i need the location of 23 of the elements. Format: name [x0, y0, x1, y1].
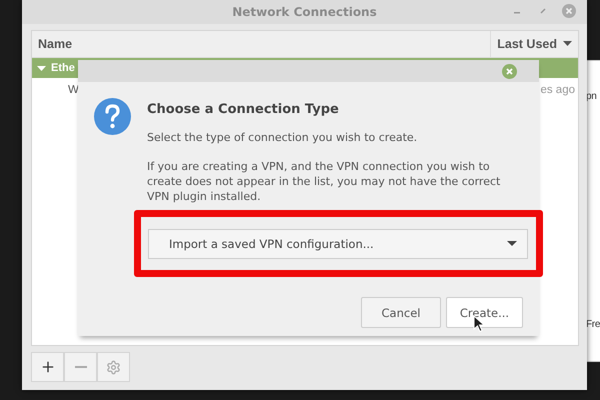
connection-name: W: [68, 84, 80, 96]
minus-icon: [74, 366, 86, 368]
expander-icon[interactable]: [37, 64, 46, 72]
add-button[interactable]: [31, 352, 64, 382]
column-header[interactable]: Name: [32, 31, 490, 57]
close-icon[interactable]: [562, 4, 576, 18]
dialog-text: Select the type of connection you wish to create.: [147, 130, 418, 145]
maximize-icon[interactable]: [538, 6, 548, 16]
column-header[interactable]: Last Used: [490, 31, 578, 57]
cancel-button[interactable]: Cancel: [361, 297, 441, 328]
close-icon[interactable]: [502, 64, 517, 78]
settings-icon: [106, 360, 121, 374]
create-button[interactable]: Create...: [446, 297, 523, 328]
dropdown-caret-icon: [507, 241, 517, 247]
group-label: Ethe: [51, 62, 75, 74]
question-icon: [94, 98, 131, 135]
window-text: Fre: [586, 319, 600, 330]
dialog-heading: Choose a Connection Type: [147, 102, 340, 117]
dialog-note: If you are creating a VPN, and the VPN connection you wish to create does not appear in the list, you may not have the correct VPN plugin installed.: [147, 159, 502, 204]
connection-type-select[interactable]: Import a saved VPN configuration...: [148, 229, 528, 259]
plus-icon: [40, 359, 56, 375]
window-title: Network Connections: [232, 5, 377, 19]
last-used-time: es ago: [540, 84, 575, 96]
